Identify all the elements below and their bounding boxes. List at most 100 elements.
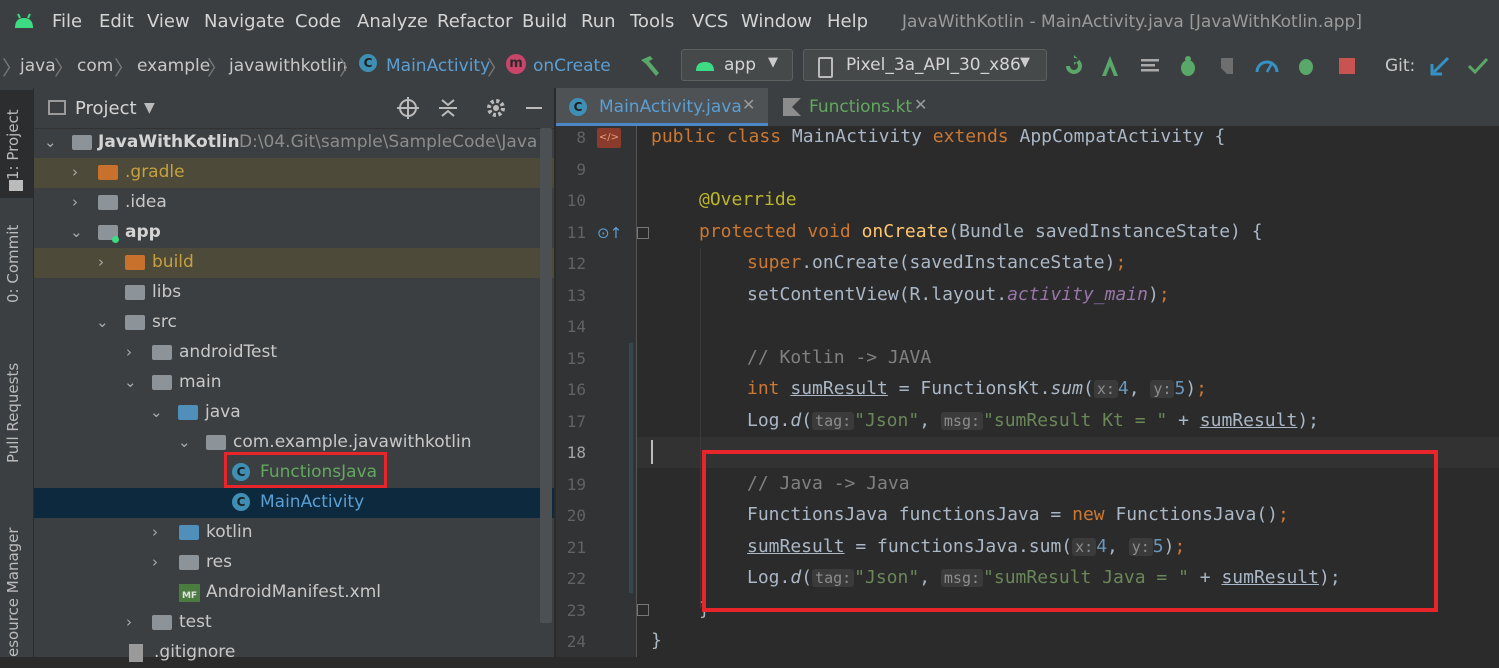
code-line-24[interactable]: } <box>651 630 662 651</box>
code-line-16[interactable]: int sumResult = FunctionsKt.sum(x: 4, y: 5… <box>747 378 1207 399</box>
menu-view[interactable]: View <box>147 11 190 32</box>
breadcrumb-mainactivity[interactable]: MainActivity <box>386 56 490 76</box>
class-icon: C <box>359 54 377 72</box>
menu-analyze[interactable]: Analyze <box>357 11 428 32</box>
collapse-all-icon[interactable] <box>437 97 459 119</box>
param-hint-msg: msg: <box>940 412 984 430</box>
rerun-icon[interactable] <box>1062 54 1086 78</box>
project-title[interactable]: Project <box>75 98 137 119</box>
menu-file[interactable]: File <box>52 11 82 32</box>
code-line-11[interactable]: protected void onCreate(Bundle savedInst… <box>699 221 1263 242</box>
fold-icon[interactable] <box>637 227 649 239</box>
menu-edit[interactable]: Edit <box>99 11 134 32</box>
project-panel: Project ▼ ⌄ JavaWithKotlin D:\04.Git\sam… <box>34 88 554 662</box>
menu-navigate[interactable]: Navigate <box>204 11 285 32</box>
chevron-down-icon[interactable]: ▼ <box>144 100 155 116</box>
apply-code-changes-icon[interactable] <box>1138 54 1162 78</box>
code-line-17[interactable]: Log.d(tag: "Json", msg: "sumResult Kt = " … <box>747 410 1319 431</box>
tab-commit[interactable]: 0: Commit <box>4 225 22 303</box>
tab-mainactivity-java[interactable]: C MainActivity.java ✕ <box>556 88 768 126</box>
android-icon <box>696 62 714 71</box>
menu-refactor[interactable]: Refactor <box>437 11 513 32</box>
class-icon: C <box>232 493 250 511</box>
line-number: 17 <box>566 412 586 431</box>
tree-item-mainactivity[interactable]: C MainActivity <box>34 488 554 518</box>
tree-item-gitignore[interactable]: .gitignore <box>34 638 554 668</box>
menu-window[interactable]: Window <box>741 11 812 32</box>
breadcrumb-separator: 〉 <box>487 56 507 80</box>
git-update-icon[interactable] <box>1428 54 1452 78</box>
tree-item-libs[interactable]: libs <box>34 278 554 308</box>
code-line-10[interactable]: @Override <box>699 189 797 210</box>
breadcrumb-java[interactable]: java <box>20 56 56 76</box>
line-number: 16 <box>566 380 586 399</box>
menu-vcs[interactable]: VCS <box>692 11 728 32</box>
tab-pull-requests[interactable]: Pull Requests <box>4 363 22 463</box>
phone-icon <box>818 57 833 78</box>
tree-item-kotlin[interactable]: › kotlin <box>34 518 554 548</box>
tab-resource-manager[interactable]: esource Manager <box>4 527 22 657</box>
close-icon[interactable]: ✕ <box>914 95 927 114</box>
line-number: 9 <box>576 160 586 179</box>
tree-item-res[interactable]: › res <box>34 548 554 578</box>
tree-item-gradle[interactable]: › .gradle <box>34 158 554 188</box>
run-config-combo[interactable]: app ▼ <box>681 49 793 81</box>
line-number: 8 <box>576 128 586 147</box>
highlight-box <box>702 450 1438 612</box>
debug-app-icon[interactable] <box>1295 54 1319 78</box>
menu-build[interactable]: Build <box>522 11 567 32</box>
layout-file-icon[interactable]: </> <box>597 128 621 148</box>
editor-tab-bar: C MainActivity.java ✕ Functions.kt ✕ <box>556 88 1499 126</box>
attach-debugger-icon[interactable] <box>1216 54 1240 78</box>
menu-code[interactable]: Code <box>295 11 341 32</box>
tree-item-test[interactable]: › test <box>34 608 554 638</box>
project-scrollbar[interactable] <box>540 128 552 623</box>
gear-icon[interactable] <box>485 97 507 119</box>
code-line-12[interactable]: super.onCreate(savedInstanceState); <box>747 252 1126 273</box>
tree-item-androidmanifest[interactable]: MF AndroidManifest.xml <box>34 578 554 608</box>
override-method-icon[interactable]: ⊙↑ <box>597 224 622 242</box>
tree-item-app[interactable]: ⌄ app <box>34 218 554 248</box>
line-number: 10 <box>566 191 586 210</box>
chevron-down-icon: ▼ <box>768 55 778 70</box>
code-line-8[interactable]: public class MainActivity extends AppCom… <box>651 126 1225 147</box>
method-icon: m <box>506 54 526 74</box>
code-line-13[interactable]: setContentView(R.layout.activity_main); <box>747 284 1170 305</box>
locate-icon[interactable] <box>397 97 419 119</box>
stop-icon[interactable] <box>1335 54 1359 78</box>
debug-icon[interactable] <box>1176 54 1200 78</box>
close-icon[interactable]: ✕ <box>742 95 755 114</box>
hammer-icon[interactable] <box>638 54 662 78</box>
menu-run[interactable]: Run <box>581 11 616 32</box>
breadcrumb-javawithkotlin[interactable]: javawithkotlin <box>229 56 347 76</box>
tree-item-idea[interactable]: › .idea <box>34 188 554 218</box>
tree-item-main[interactable]: ⌄ main <box>34 368 554 398</box>
git-commit-icon[interactable] <box>1466 54 1490 78</box>
tree-item-project-root[interactable]: ⌄ JavaWithKotlin D:\04.Git\sample\Sample… <box>34 128 554 158</box>
tab-functions-kt[interactable]: Functions.kt ✕ <box>771 88 941 126</box>
breadcrumb-separator: 〉 <box>207 56 227 80</box>
device-combo[interactable]: Pixel_3a_API_30_x86 ▼ <box>803 49 1047 81</box>
project-header: Project ▼ <box>34 88 554 129</box>
change-marker <box>629 343 633 593</box>
gutter-divider <box>636 126 637 657</box>
highlight-box <box>224 452 387 488</box>
minimize-icon[interactable] <box>526 107 542 109</box>
tree-item-src[interactable]: ⌄ src <box>34 308 554 338</box>
tree-item-build[interactable]: › build <box>34 248 554 278</box>
apply-changes-icon[interactable] <box>1098 54 1122 78</box>
tree-item-java[interactable]: ⌄ java <box>34 398 554 428</box>
breadcrumb-separator: 〉 <box>339 56 359 80</box>
menu-tools[interactable]: Tools <box>630 11 674 32</box>
navigation-bar: 〉 java 〉 com 〉 example 〉 javawithkotlin … <box>0 44 1499 89</box>
menu-help[interactable]: Help <box>827 11 868 32</box>
tab-project[interactable]: 1: Project <box>4 109 22 180</box>
line-number: 23 <box>566 601 586 620</box>
fold-icon[interactable] <box>637 604 649 616</box>
breadcrumb-com[interactable]: com <box>77 56 113 76</box>
tree-item-androidtest[interactable]: › androidTest <box>34 338 554 368</box>
breadcrumb-oncreate[interactable]: onCreate <box>533 56 611 76</box>
code-line-15[interactable]: // Kotlin -> JAVA <box>747 347 931 368</box>
breadcrumb-example[interactable]: example <box>137 56 210 76</box>
profiler-icon[interactable] <box>1255 54 1279 78</box>
